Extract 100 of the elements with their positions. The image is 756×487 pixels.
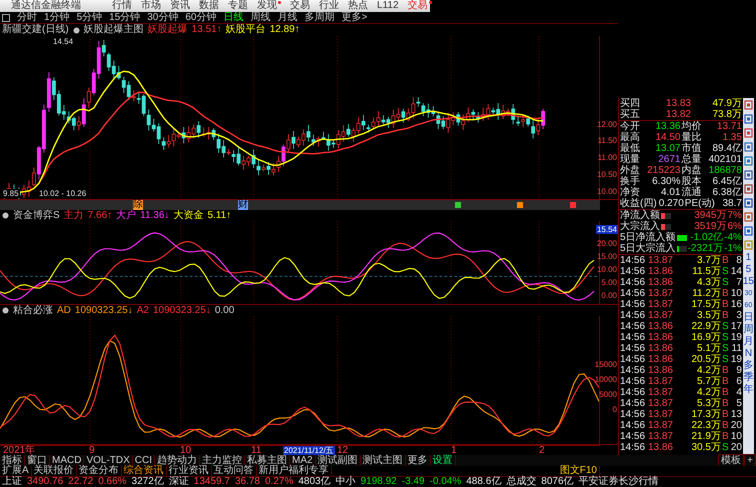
tick-price: 13.86: [646, 277, 673, 288]
stat-label: 收益(四): [620, 198, 657, 209]
info-tab[interactable]: 综合资讯: [122, 466, 167, 476]
event-marker[interactable]: 财: [238, 200, 248, 210]
period-tab[interactable]: 30分钟: [147, 12, 178, 22]
indicator-name[interactable]: 妖股起爆主图: [84, 25, 144, 35]
period-shortcut[interactable]: 多: [743, 360, 754, 372]
tick-side: B: [722, 431, 729, 442]
event-marker-icon[interactable]: [570, 202, 576, 208]
period-shortcut[interactable]: 1: [746, 252, 752, 264]
period-tab[interactable]: 月线: [278, 12, 298, 22]
menu-item[interactable]: 热点: [348, 1, 368, 11]
tick-time: 14:56: [620, 409, 645, 420]
menu-item[interactable]: 行业: [319, 1, 339, 11]
tick-side: B: [722, 255, 729, 266]
stat-label: PE(动): [684, 198, 715, 209]
stat-label: 今开: [620, 121, 640, 132]
index-name[interactable]: 中小: [336, 477, 356, 487]
tick-side: S: [722, 277, 729, 288]
tick-price: 13.87: [646, 398, 673, 409]
stat-label: 净资: [620, 187, 640, 198]
index-price: 13459.7: [194, 477, 230, 487]
info-tab[interactable]: 行业资讯: [166, 466, 212, 476]
period-tab[interactable]: 日线: [224, 12, 244, 22]
period-shortcut[interactable]: 月: [743, 336, 754, 348]
tick-time: 14:56: [620, 442, 645, 453]
index-name[interactable]: 上证: [2, 477, 22, 487]
info-tab[interactable]: 新用户福利专享: [256, 466, 332, 476]
flow-label: 净流入额: [620, 210, 660, 221]
period-shortcut[interactable]: 周: [743, 324, 754, 336]
stat-value: 186878: [708, 165, 742, 176]
period-shortcut[interactable]: 季: [743, 372, 754, 384]
tick-volume: 11.2万: [691, 288, 721, 299]
menu-item[interactable]: 资讯: [170, 1, 190, 11]
period-tab[interactable]: 更多>: [342, 12, 368, 22]
period-tab[interactable]: 1分钟: [44, 12, 70, 22]
period-tab[interactable]: 5分钟: [76, 12, 102, 22]
tick-price: 13.86: [646, 266, 673, 277]
tick-side: B: [722, 299, 729, 310]
period-tab[interactable]: 多周期: [304, 12, 334, 22]
tick-price: 13.86: [646, 354, 673, 365]
tick-volume: 17.3万: [690, 409, 721, 420]
event-marker-icon[interactable]: [517, 202, 523, 208]
stat-label: 换手: [620, 176, 640, 187]
stat-value: 0.270: [658, 198, 684, 209]
order-price: 13.82: [664, 109, 691, 120]
f10-button[interactable]: 图文F10: [558, 466, 600, 476]
flow-percent: 6%: [727, 221, 742, 232]
period-tab[interactable]: 15分钟: [109, 12, 140, 22]
info-tab[interactable]: 资金分布: [76, 466, 122, 476]
menu-item[interactable]: 专题: [228, 1, 248, 11]
tick-price: 13.87: [646, 409, 673, 420]
tick-volume: 20.5万: [690, 354, 721, 365]
period-tab[interactable]: 分时: [17, 12, 37, 22]
series-name: 主力: [64, 210, 84, 220]
tick-side: B: [722, 310, 729, 321]
index-percent: -0.04%: [430, 477, 462, 487]
event-marker[interactable]: 除: [133, 200, 143, 210]
info-tab[interactable]: 关联报价: [32, 466, 77, 476]
tick-volume: 4.2万: [696, 387, 721, 398]
period-shortcut[interactable]: 年: [743, 384, 754, 396]
tick-side: S: [722, 343, 729, 354]
tick-time: 14:56: [620, 420, 645, 431]
stat-label: 现量: [620, 154, 640, 165]
tick-volume: 21.9万: [690, 431, 721, 442]
index-name[interactable]: 深证: [168, 477, 189, 487]
period-tab[interactable]: 60分钟: [185, 12, 216, 22]
period-shortcut[interactable]: 15: [742, 276, 754, 288]
stat-value: 2671: [657, 154, 680, 165]
tick-side: B: [722, 376, 729, 387]
stat-label: 均价: [681, 121, 702, 132]
series-value: 1090323.25↓: [74, 306, 133, 316]
tick-side: S: [722, 332, 729, 343]
order-volume: 73.8万: [711, 109, 742, 120]
info-tab[interactable]: 互动问答: [212, 466, 257, 476]
tick-volume: 22.9万: [690, 321, 721, 332]
series-value: 5.11↑: [207, 210, 232, 220]
period-shortcut[interactable]: 日: [743, 312, 754, 324]
period-shortcut[interactable]: 5: [746, 264, 752, 276]
flow-label: 5日大宗流入: [620, 243, 676, 254]
tick-count: 7: [735, 277, 742, 288]
menu-item[interactable]: 行情: [112, 1, 132, 11]
tick-time: 14:56: [620, 365, 645, 376]
tick-volume: 4.3万: [696, 277, 721, 288]
menu-item[interactable]: L112: [377, 1, 399, 11]
indicator-title[interactable]: 粘合必涨: [13, 306, 53, 316]
axis-label: 15.00: [596, 252, 617, 261]
period-tab[interactable]: 周线: [250, 12, 270, 22]
stat-value: 89.4亿: [711, 143, 742, 154]
event-marker-icon[interactable]: [455, 202, 461, 208]
indicator-title[interactable]: 资金博弈S: [13, 210, 60, 220]
menu-item[interactable]: 发现: [257, 1, 281, 11]
date-label: 11: [251, 446, 262, 455]
index-amount: 3272亿: [132, 477, 164, 487]
period-shortcut[interactable]: N: [744, 348, 752, 360]
menu-item[interactable]: 数据: [199, 1, 219, 11]
info-tab[interactable]: 扩展A: [0, 466, 32, 476]
tick-time: 14:56: [620, 431, 645, 442]
grid-icon[interactable]: [2, 14, 10, 22]
tick-count: 14: [730, 266, 742, 277]
